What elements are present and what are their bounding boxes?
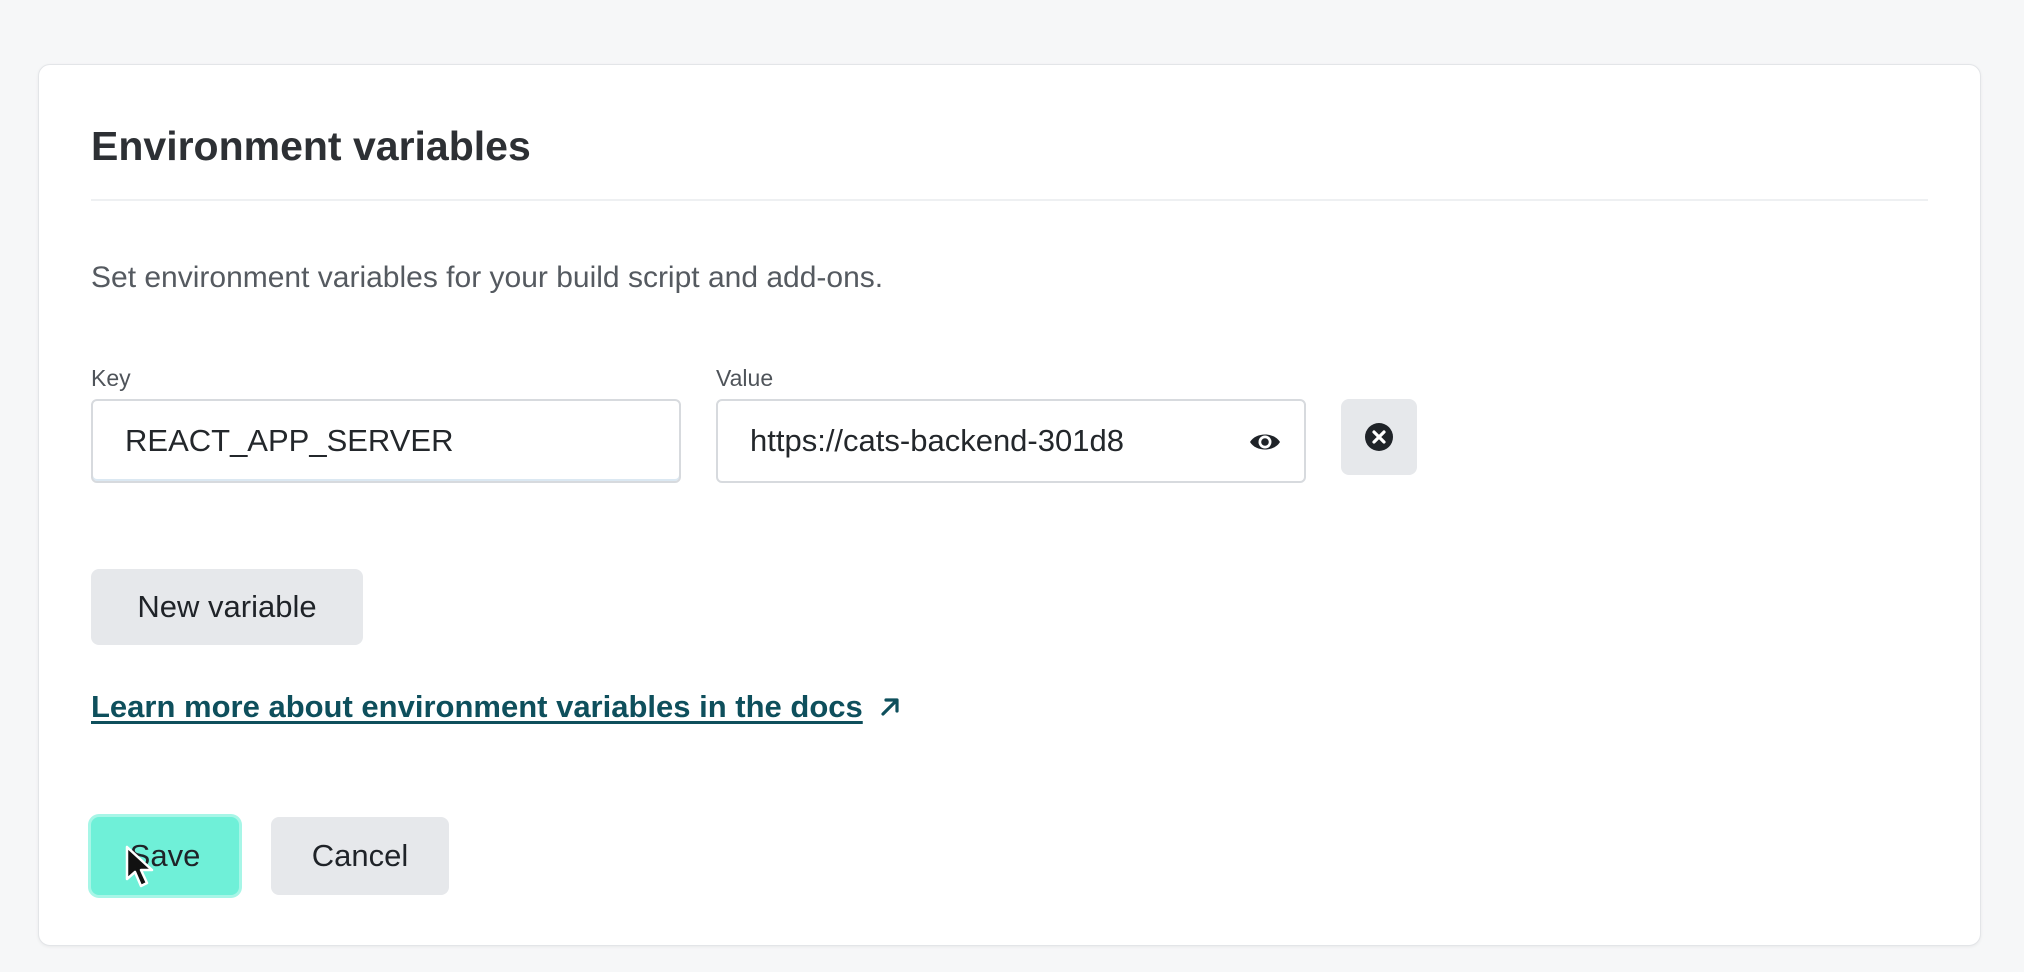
key-input[interactable] bbox=[93, 401, 679, 481]
environment-variables-card: Environment variables Set environment va… bbox=[38, 64, 1981, 946]
eye-icon[interactable] bbox=[1248, 427, 1282, 457]
title-divider bbox=[91, 199, 1928, 201]
value-field bbox=[716, 399, 1306, 483]
key-label: Key bbox=[91, 365, 131, 391]
value-input[interactable] bbox=[718, 401, 1178, 481]
new-variable-button[interactable]: New variable bbox=[91, 569, 363, 645]
arrow-up-right-icon bbox=[881, 698, 899, 716]
card-title: Environment variables bbox=[91, 123, 531, 169]
close-circle-icon bbox=[1365, 423, 1393, 451]
cancel-button[interactable]: Cancel bbox=[271, 817, 449, 895]
key-field bbox=[91, 399, 681, 483]
value-label: Value bbox=[716, 365, 774, 391]
save-button[interactable]: Save bbox=[91, 817, 239, 895]
docs-link[interactable]: Learn more about environment variables i… bbox=[91, 689, 903, 725]
remove-variable-button[interactable] bbox=[1341, 399, 1417, 475]
card-description: Set environment variables for your build… bbox=[91, 261, 884, 294]
docs-link-label: Learn more about environment variables i… bbox=[91, 689, 863, 724]
